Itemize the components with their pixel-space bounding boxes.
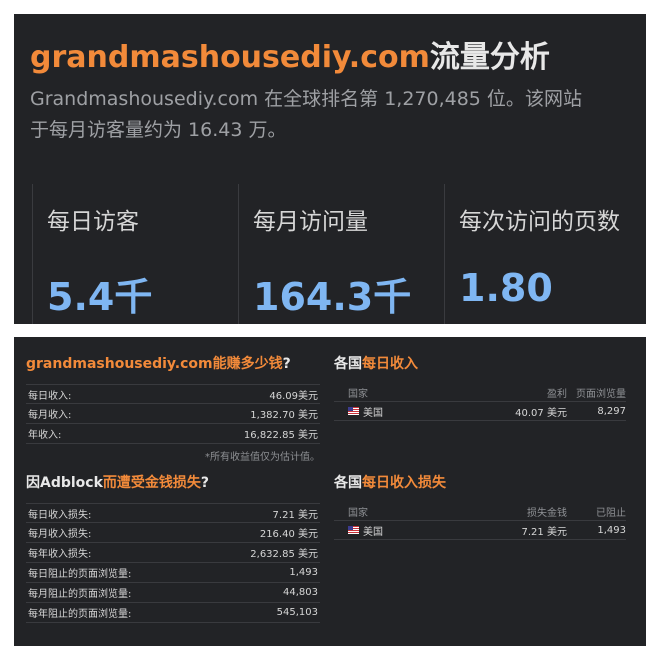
country-name: 美国 — [363, 407, 383, 419]
stat-value: 5.4千 — [47, 275, 153, 319]
country-income-table: 国家 盈利 页面浏览量 美国 40.07 美元 8,297 — [334, 383, 626, 421]
row-value: 44,803 — [283, 587, 318, 598]
page-title: grandmashousediy.com流量分析 — [30, 32, 550, 76]
country-loss-title: 各国每日收入损失 — [334, 472, 446, 492]
header-profit: 盈利 — [546, 388, 567, 400]
row-label: 每日收入: — [28, 390, 72, 402]
row-value: 2,632.85 美元 — [250, 549, 318, 560]
row-value: 16,822.85 美元 — [243, 430, 318, 441]
country-cell: 美国 — [334, 404, 462, 419]
earnings-title-end: ? — [282, 356, 291, 372]
adblock-title-accent: 而遭受金钱损失 — [102, 475, 201, 491]
header-country: 国家 — [348, 507, 368, 519]
table-row: 每日收入损失: 7.21 美元 — [26, 503, 320, 523]
us-flag-icon — [348, 407, 359, 415]
table-row: 每月阻止的页面浏览量: 44,803 — [26, 583, 320, 603]
pageviews-cell: 8,297 — [597, 405, 626, 417]
adblock-title-start: 因Adblock — [26, 475, 103, 491]
stat-value: 164.3千 — [253, 275, 412, 319]
stat-value: 1.80 — [459, 266, 553, 310]
row-label: 每年收入损失: — [28, 549, 92, 560]
row-label: 每月收入: — [28, 410, 72, 421]
description-line-2: 于每月访客量约为 16.43 万。 — [30, 119, 287, 141]
row-value: 1,493 — [289, 567, 318, 578]
country-income-title: 各国每日收入 — [334, 353, 418, 373]
stat-label: 每日访客 — [47, 209, 139, 235]
us-flag-icon — [348, 526, 359, 534]
site-description: Grandmashousediy.com 在全球排名第 1,270,485 位。… — [30, 84, 646, 146]
country-cell: 美国 — [334, 523, 462, 538]
row-value: 7.21 美元 — [272, 509, 318, 521]
description-line-1: Grandmashousediy.com 在全球排名第 1,270,485 位。… — [30, 88, 582, 110]
title-suffix: 流量分析 — [429, 40, 550, 75]
row-label: 每月阻止的页面浏览量: — [28, 589, 132, 600]
table-row: 每月收入: 1,382.70 美元 — [26, 404, 320, 424]
earnings-table: 每日收入: 46.09美元 每月收入: 1,382.70 美元 年收入: 16,… — [26, 384, 320, 444]
table-row: 每日收入: 46.09美元 — [26, 384, 320, 404]
money-lost-cell: 7.21 美元 — [521, 526, 567, 538]
stat-label: 每次访问的页数 — [459, 209, 620, 235]
country-name: 美国 — [363, 526, 383, 538]
row-label: 每年阻止的页面浏览量: — [28, 609, 132, 620]
stat-label: 每月访问量 — [253, 209, 368, 235]
adblock-table: 每日收入损失: 7.21 美元 每月收入损失: 216.40 美元 每年收入损失… — [26, 503, 320, 623]
table-header: 国家 盈利 页面浏览量 — [334, 383, 626, 402]
earnings-panel: grandmashousediy.com能赚多少钱? 每日收入: 46.09美元… — [14, 337, 646, 646]
row-label: 年收入: — [28, 430, 62, 441]
row-value: 46.09美元 — [269, 390, 318, 402]
row-value: 1,382.70 美元 — [250, 410, 318, 421]
estimate-note: *所有收益值仅为估计值。 — [205, 452, 320, 463]
earnings-title-domain: grandmashousediy.com — [26, 356, 213, 372]
stat-daily-visitors: 每日访客 5.4千 — [32, 184, 239, 324]
title-domain: grandmashousediy.com — [30, 40, 430, 75]
country-income-title-start: 各国 — [334, 356, 362, 372]
stat-pages-per-visit: 每次访问的页数 1.80 — [445, 184, 646, 324]
row-label: 每月收入损失: — [28, 529, 92, 540]
country-loss-title-accent: 每日收入损失 — [362, 475, 446, 491]
header-country: 国家 — [348, 388, 368, 400]
country-loss-title-start: 各国 — [334, 475, 362, 491]
table-row: 美国 40.07 美元 8,297 — [334, 402, 626, 421]
blocked-cell: 1,493 — [597, 524, 626, 536]
stats-row: 每日访客 5.4千 每月访问量 164.3千 每次访问的页数 1.80 — [14, 184, 646, 324]
earnings-title-accent: 能赚多少钱 — [212, 356, 283, 372]
traffic-analysis-panel: grandmashousediy.com流量分析 Grandmashousedi… — [14, 14, 646, 324]
table-row: 美国 7.21 美元 1,493 — [334, 521, 626, 540]
table-row: 每日阻止的页面浏览量: 1,493 — [26, 563, 320, 583]
header-money-lost: 损失金钱 — [526, 507, 567, 519]
row-value: 216.40 美元 — [259, 529, 318, 540]
table-row: 每年阻止的页面浏览量: 545,103 — [26, 603, 320, 623]
adblock-title-end: ? — [200, 475, 210, 491]
adblock-title: 因Adblock而遭受金钱损失? — [26, 472, 209, 492]
country-income-title-accent: 每日收入 — [362, 356, 418, 372]
table-row: 年收入: 16,822.85 美元 — [26, 424, 320, 444]
table-row: 每年收入损失: 2,632.85 美元 — [26, 543, 320, 563]
table-header: 国家 损失金钱 已阻止 — [334, 502, 626, 521]
row-label: 每日收入损失: — [28, 509, 92, 521]
header-pageviews: 页面浏览量 — [576, 388, 626, 400]
profit-cell: 40.07 美元 — [515, 407, 567, 419]
header-blocked: 已阻止 — [596, 507, 626, 519]
stat-monthly-visits: 每月访问量 164.3千 — [239, 184, 445, 324]
row-value: 545,103 — [276, 607, 318, 618]
earnings-title: grandmashousediy.com能赚多少钱? — [26, 353, 291, 373]
row-label: 每日阻止的页面浏览量: — [28, 569, 132, 580]
country-loss-table: 国家 损失金钱 已阻止 美国 7.21 美元 1,493 — [334, 502, 626, 540]
table-row: 每月收入损失: 216.40 美元 — [26, 523, 320, 543]
